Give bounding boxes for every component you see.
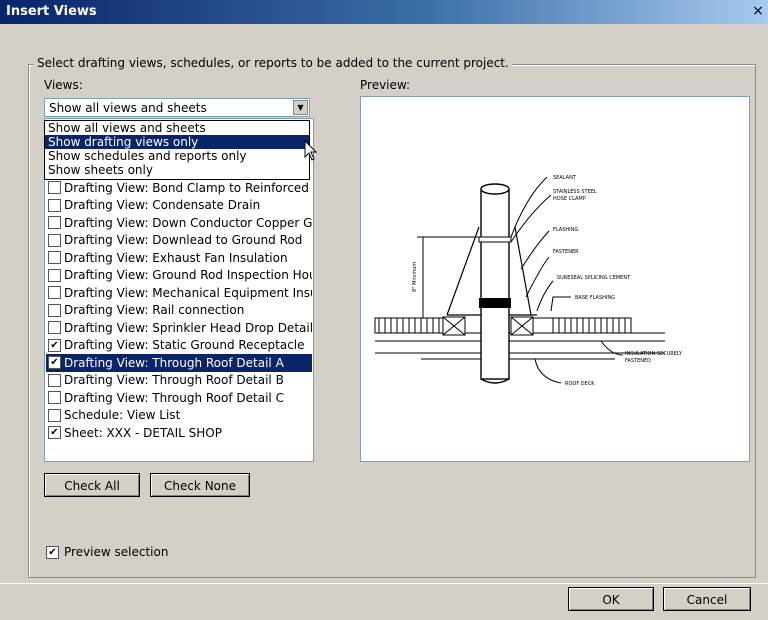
view-list-item[interactable]: Drafting View: Down Conductor Copper Gua… (46, 214, 312, 232)
label-clamp-2: HOSE CLAMP (553, 196, 586, 202)
filter-option[interactable]: Show schedules and reports only (45, 149, 309, 163)
checkbox-box[interactable] (48, 391, 61, 405)
checkbox-box[interactable] (48, 303, 61, 317)
preview-label: Preview: (360, 78, 411, 92)
check-none-button[interactable]: Check None (150, 473, 250, 497)
label-sealant: SEALANT (553, 175, 577, 181)
checkbox-box[interactable] (48, 251, 61, 265)
checkbox-box[interactable] (48, 268, 61, 282)
window-title: Insert Views (6, 4, 97, 19)
dimension-label: 8" Minimum (412, 262, 418, 292)
view-item-label: Sheet: XXX - DETAIL SHOP (64, 425, 222, 440)
view-list-item[interactable]: ✔ Drafting View: Through Roof Detail A (46, 354, 312, 372)
mouse-cursor-icon (304, 140, 318, 161)
view-item-label: Drafting View: Rail connection (64, 303, 245, 318)
view-item-label: Drafting View: Ground Rod Inspection Hou… (64, 268, 312, 283)
checkbox-box[interactable] (48, 408, 61, 422)
view-item-label: Drafting View: Condensate Drain (64, 198, 261, 213)
label-flashing: FLASHING (553, 227, 578, 233)
filter-option[interactable]: Show all views and sheets (45, 121, 309, 135)
view-list-item[interactable]: Drafting View: Mechanical Equipment Insu… (46, 284, 312, 302)
view-list-item[interactable]: Drafting View: Downlead to Ground Rod (46, 232, 312, 250)
preview-pane: 8" Minimum SEALANT STAINLESS STEEL HOSE … (360, 96, 750, 462)
filter-selected-value: Show all views and sheets (49, 101, 207, 115)
view-list-item[interactable]: Schedule: View List (46, 407, 312, 425)
filter-option[interactable]: Show sheets only (45, 163, 309, 177)
chevron-down-icon[interactable]: ▼ (293, 100, 308, 115)
cancel-button[interactable]: Cancel (663, 587, 751, 611)
label-cement: SURESEAL SPLICING CEMENT (557, 275, 631, 281)
label-insulation-2: FASTENED (625, 358, 651, 364)
view-item-label: Drafting View: Static Ground Receptacle (64, 338, 305, 353)
filter-dropdown[interactable]: Show all views and sheets ▼ (44, 98, 310, 117)
label-fastener: FASTENER (553, 249, 579, 255)
view-list-item[interactable]: Drafting View: Exhaust Fan Insulation (46, 249, 312, 267)
view-item-label: Drafting View: Sprinkler Head Drop Detai… (64, 320, 312, 335)
check-all-button[interactable]: Check All (44, 473, 140, 497)
label-insulation-1: INSULATION SECURELY (625, 351, 683, 357)
preview-selection-checkbox[interactable]: ✔ Preview selection (46, 545, 168, 559)
view-item-label: Drafting View: Through Roof Detail A (64, 355, 284, 370)
checkbox-box[interactable] (48, 373, 61, 387)
checkbox-box[interactable]: ✔ (46, 545, 59, 559)
label-base-flashing: BASE FLASHING (575, 295, 615, 301)
view-item-label: Drafting View: Exhaust Fan Insulation (64, 250, 288, 265)
view-list-item[interactable]: Drafting View: Condensate Drain (46, 197, 312, 215)
checkbox-box[interactable] (48, 198, 61, 212)
label-roof-deck: ROOF DECK (565, 381, 595, 387)
view-list-item[interactable]: ✔ Drafting View: Static Ground Receptacle (46, 337, 312, 355)
checkbox-box[interactable]: ✔ (48, 426, 61, 440)
checkbox-box[interactable] (48, 216, 61, 230)
view-list-item[interactable]: Drafting View: Bond Clamp to Reinforced … (46, 179, 312, 197)
footer-separator (0, 583, 768, 584)
view-list-item[interactable]: Drafting View: Rail connection (46, 302, 312, 320)
ok-button[interactable]: OK (568, 587, 654, 611)
view-item-label: Drafting View: Down Conductor Copper Gua… (64, 215, 312, 230)
views-label: Views: (44, 78, 83, 92)
view-list-item[interactable]: ✔ Sheet: XXX - DETAIL SHOP (46, 424, 312, 442)
view-item-label: Drafting View: Through Roof Detail B (64, 373, 284, 388)
views-list-items: Drafting View: Bond Clamp to Reinforced … (46, 179, 312, 442)
view-item-label: Drafting View: Mechanical Equipment Insu… (64, 285, 312, 300)
checkbox-box[interactable]: ✔ (48, 356, 61, 370)
view-item-label: Drafting View: Downlead to Ground Rod (64, 233, 303, 248)
close-icon[interactable]: × (750, 3, 766, 19)
view-list-item[interactable]: Drafting View: Ground Rod Inspection Hou… (46, 267, 312, 285)
view-list-item[interactable]: Drafting View: Through Roof Detail B (46, 372, 312, 390)
preview-selection-label: Preview selection (64, 545, 169, 559)
label-clamp-1: STAINLESS STEEL (553, 189, 597, 195)
detail-drawing: 8" Minimum SEALANT STAINLESS STEEL HOSE … (374, 175, 683, 387)
view-item-label: Drafting View: Through Roof Detail C (64, 390, 284, 405)
checkbox-box[interactable] (48, 321, 61, 335)
checkbox-box[interactable] (48, 286, 61, 300)
checkbox-box[interactable] (48, 233, 61, 247)
filter-options-list[interactable]: Show all views and sheets Show drafting v… (44, 120, 310, 180)
title-bar: Insert Views × (0, 0, 768, 24)
view-item-label: Schedule: View List (64, 408, 181, 423)
group-legend: Select drafting views, schedules, or rep… (34, 56, 512, 70)
checkbox-box[interactable]: ✔ (48, 338, 61, 352)
checkbox-box[interactable] (48, 181, 61, 195)
view-list-item[interactable]: Drafting View: Sprinkler Head Drop Detai… (46, 319, 312, 337)
view-list-item[interactable]: Drafting View: Through Roof Detail C (46, 389, 312, 407)
view-item-label: Drafting View: Bond Clamp to Reinforced … (64, 180, 312, 195)
filter-option[interactable]: Show drafting views only (45, 135, 309, 149)
